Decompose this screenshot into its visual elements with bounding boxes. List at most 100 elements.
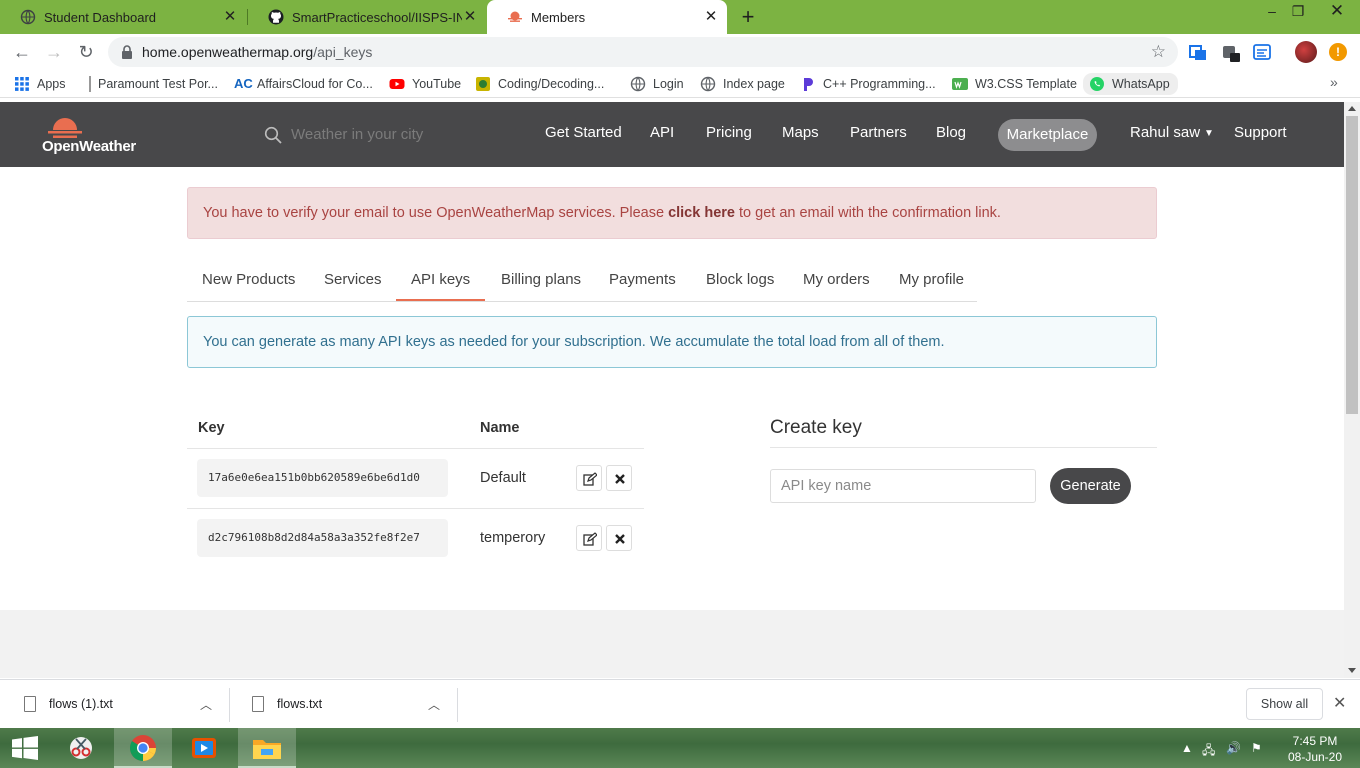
forward-arrow-icon[interactable]: → bbox=[42, 40, 66, 64]
new-tab-button[interactable]: + bbox=[736, 5, 760, 29]
nav-blog[interactable]: Blog bbox=[936, 124, 966, 141]
update-alert-icon[interactable]: ! bbox=[1329, 43, 1347, 61]
start-button[interactable] bbox=[0, 728, 50, 768]
caret-down-icon: ▼ bbox=[1204, 128, 1214, 139]
show-all-downloads-button[interactable]: Show all bbox=[1246, 688, 1323, 720]
tab-title: Members bbox=[531, 9, 586, 25]
browser-tab-members[interactable]: Members ✕ bbox=[487, 0, 727, 34]
logo-sun-icon bbox=[48, 118, 82, 138]
close-tab-icon[interactable]: ✕ bbox=[222, 9, 238, 25]
tab-payments[interactable]: Payments bbox=[594, 260, 691, 301]
affairscloud-icon: AC bbox=[234, 76, 253, 91]
alert-text-after: to get an email with the confirmation li… bbox=[734, 205, 1001, 221]
youtube-icon bbox=[389, 79, 405, 89]
edit-icon bbox=[583, 472, 597, 486]
volume-icon[interactable]: 🔊 bbox=[1226, 741, 1241, 755]
delete-key-button[interactable] bbox=[606, 465, 632, 491]
download-item[interactable]: flows.txt ︿ bbox=[228, 680, 456, 729]
openweather-icon bbox=[508, 11, 522, 22]
bookmark-cpp-programming[interactable]: C++ Programming... bbox=[800, 75, 936, 93]
bookmark-index-page[interactable]: Index page bbox=[700, 75, 785, 93]
page-scrollbar[interactable] bbox=[1344, 102, 1360, 678]
browser-tab-github[interactable]: SmartPracticeschool/IISPS-INT-14 ✕ bbox=[248, 0, 486, 34]
downloads-bar: flows (1).txt ︿ flows.txt ︿ Show all ✕ bbox=[0, 679, 1360, 728]
nav-pricing[interactable]: Pricing bbox=[706, 124, 752, 141]
api-key-value[interactable]: d2c796108b8d2d84a58a3a352fe8f2e7 bbox=[197, 519, 448, 557]
extension-badge-icon[interactable] bbox=[1220, 42, 1240, 62]
tab-services[interactable]: Services bbox=[309, 260, 397, 301]
scroll-down-icon[interactable] bbox=[1348, 668, 1356, 673]
bookmark-apps[interactable]: Apps bbox=[14, 75, 66, 93]
back-arrow-icon[interactable]: ← bbox=[10, 40, 34, 64]
tab-my-orders[interactable]: My orders bbox=[788, 260, 885, 301]
scroll-up-icon[interactable] bbox=[1348, 106, 1356, 111]
click-here-link[interactable]: click here bbox=[668, 205, 735, 221]
paramount-icon bbox=[89, 76, 91, 92]
openweather-logo[interactable]: OpenWeather bbox=[42, 114, 142, 158]
nav-api[interactable]: API bbox=[650, 124, 674, 141]
bookmarks-overflow-icon[interactable]: » bbox=[1330, 74, 1338, 90]
reload-icon[interactable]: ↻ bbox=[74, 40, 98, 64]
city-search[interactable]: Weather in your city bbox=[264, 124, 484, 146]
chevron-up-icon[interactable]: ︿ bbox=[428, 696, 440, 713]
bookmark-whatsapp[interactable]: WhatsApp bbox=[1083, 73, 1178, 95]
tab-new-products[interactable]: New Products bbox=[187, 260, 310, 301]
api-key-name-input[interactable] bbox=[770, 469, 1036, 503]
edit-key-button[interactable] bbox=[576, 525, 602, 551]
download-filename: flows.txt bbox=[277, 697, 323, 711]
bookmark-youtube[interactable]: YouTube bbox=[389, 75, 461, 93]
taskbar-media-player[interactable] bbox=[176, 728, 234, 768]
action-center-flag-icon[interactable]: ⚑ bbox=[1251, 741, 1262, 755]
close-downloads-icon[interactable]: ✕ bbox=[1333, 693, 1346, 713]
close-icon bbox=[615, 534, 625, 544]
extension-translate-icon[interactable] bbox=[1188, 42, 1208, 62]
network-icon[interactable]: 🖧 bbox=[1202, 741, 1215, 762]
windows-taskbar: ▲ 🖧 🔊 ⚑ 7:45 PM 08-Jun-20 bbox=[0, 728, 1360, 768]
search-placeholder: Weather in your city bbox=[291, 126, 424, 143]
address-bar[interactable]: home.openweathermap.org/api_keys ☆ bbox=[108, 37, 1178, 67]
nav-support[interactable]: Support bbox=[1234, 124, 1287, 141]
tab-block-logs[interactable]: Block logs bbox=[691, 260, 789, 301]
download-item[interactable]: flows (1).txt ︿ bbox=[0, 680, 228, 729]
tab-my-profile[interactable]: My profile bbox=[884, 260, 979, 301]
taskbar-chrome[interactable] bbox=[114, 728, 172, 768]
bookmark-star-icon[interactable]: ☆ bbox=[1151, 42, 1166, 62]
api-key-value[interactable]: 17a6e0e6ea151b0bb620589e6be6d1d0 bbox=[197, 459, 448, 497]
windows-logo-icon bbox=[12, 736, 38, 760]
nav-marketplace[interactable]: Marketplace bbox=[998, 119, 1097, 151]
extension-reader-icon[interactable] bbox=[1252, 42, 1272, 62]
download-divider bbox=[457, 688, 458, 722]
scrollbar-thumb[interactable] bbox=[1346, 116, 1358, 414]
nav-partners[interactable]: Partners bbox=[850, 124, 907, 141]
table-divider bbox=[187, 508, 644, 509]
bookmark-coding-decoding[interactable]: Coding/Decoding... bbox=[475, 75, 604, 93]
page-footer-band bbox=[0, 610, 1344, 678]
edit-key-button[interactable] bbox=[576, 465, 602, 491]
bookmark-paramount[interactable]: Paramount Test Por... bbox=[89, 75, 218, 93]
window-close-icon[interactable]: ✕ bbox=[1322, 0, 1352, 24]
delete-key-button[interactable] bbox=[606, 525, 632, 551]
browser-tab-student-dashboard[interactable]: Student Dashboard ✕ bbox=[0, 0, 246, 34]
tab-api-keys[interactable]: API keys bbox=[396, 260, 486, 301]
bookmark-login[interactable]: Login bbox=[630, 75, 684, 93]
taskbar-snipping-tool[interactable] bbox=[52, 728, 110, 768]
restore-icon[interactable]: ❐ bbox=[1283, 0, 1313, 24]
bookmark-w3css-template[interactable]: W3.CSS Template bbox=[952, 75, 1077, 93]
page-content: OpenWeather Weather in your city Get Sta… bbox=[0, 102, 1344, 678]
close-tab-icon[interactable]: ✕ bbox=[703, 9, 719, 25]
folder-icon bbox=[253, 740, 281, 759]
chevron-up-icon[interactable]: ︿ bbox=[200, 696, 212, 713]
taskbar-clock[interactable]: 7:45 PM 08-Jun-20 bbox=[1280, 733, 1350, 765]
browser-tab-strip: Student Dashboard ✕ SmartPracticeschool/… bbox=[0, 0, 1360, 34]
nav-user-menu[interactable]: Rahul saw ▼ bbox=[1130, 124, 1214, 141]
bookmark-affairscloud[interactable]: AC AffairsCloud for Co... bbox=[234, 75, 373, 93]
profile-avatar[interactable] bbox=[1295, 41, 1317, 63]
bookmark-label: Coding/Decoding... bbox=[498, 77, 605, 91]
tab-billing-plans[interactable]: Billing plans bbox=[486, 260, 596, 301]
generate-button[interactable]: Generate bbox=[1050, 468, 1131, 504]
nav-maps[interactable]: Maps bbox=[782, 124, 819, 141]
close-tab-icon[interactable]: ✕ bbox=[462, 9, 478, 25]
nav-get-started[interactable]: Get Started bbox=[545, 124, 622, 141]
taskbar-file-explorer[interactable] bbox=[238, 728, 296, 768]
tray-overflow-icon[interactable]: ▲ bbox=[1181, 741, 1193, 755]
